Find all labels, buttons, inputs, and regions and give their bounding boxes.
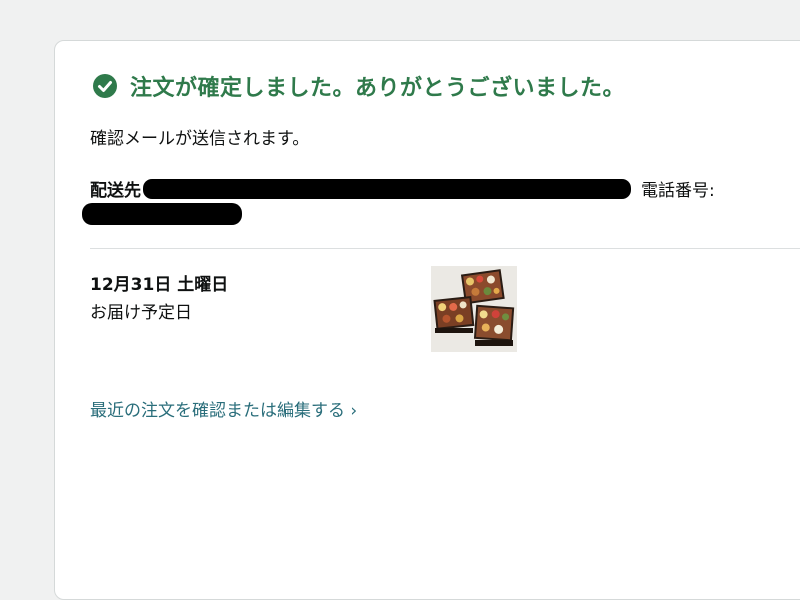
redacted-address: [143, 178, 631, 199]
recent-orders-link[interactable]: 最近の注文を確認または編集する ›: [90, 396, 357, 421]
product-thumbnail[interactable]: [431, 266, 517, 352]
redacted-phone-number: [82, 203, 242, 225]
phone-number-label: 電話番号:: [641, 181, 715, 201]
shipping-address-label: 配送先: [90, 181, 141, 201]
delivery-date: 12月31日 土曜日: [90, 275, 229, 295]
product-image: [431, 266, 517, 352]
estimated-delivery-label: お届け予定日: [90, 303, 192, 323]
confirmation-title: 注文が確定しました。ありがとうございました。: [130, 76, 626, 101]
email-notice: 確認メールが送信されます。: [90, 129, 310, 149]
confirmation-header: 注文が確定しました。ありがとうございました。: [92, 70, 625, 102]
check-circle-icon: [93, 74, 117, 98]
shipping-info: 配送先 電話番号:: [90, 176, 715, 201]
section-divider: [90, 248, 800, 249]
